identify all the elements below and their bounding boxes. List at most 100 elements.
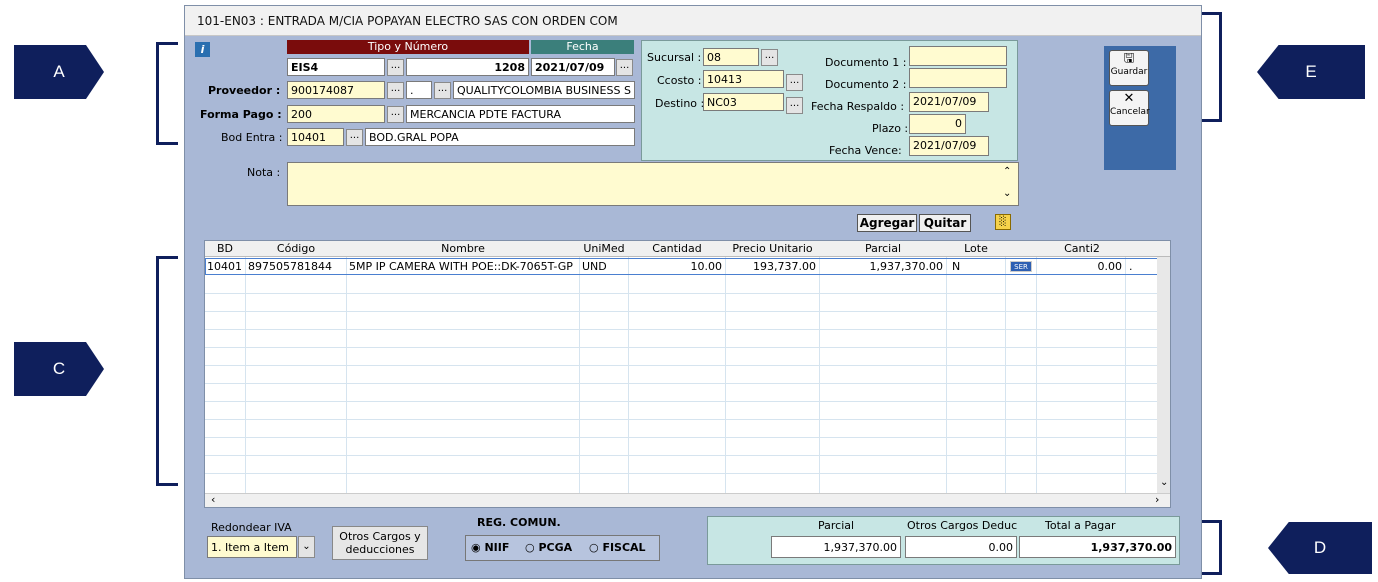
ccosto-label: Ccosto : [657, 74, 702, 87]
proveedor-name-field: QUALITYCOLOMBIA BUSINESS S [453, 81, 635, 99]
save-icon: 🖫 [1123, 51, 1135, 66]
fecha-vence-label: Fecha Vence: [829, 144, 902, 157]
proveedor-lookup-button[interactable]: ... [387, 82, 404, 99]
total-pagar-field: 1,937,370.00 [1019, 536, 1176, 558]
info-icon[interactable]: i [195, 42, 210, 57]
bod-entra-lookup-button[interactable]: ... [346, 129, 363, 146]
fecha-picker-button[interactable]: ... [616, 59, 633, 76]
tipo-numero-header: Tipo y Número [287, 40, 529, 54]
tipo-lookup-button[interactable]: ... [387, 59, 404, 76]
grid-hline [205, 329, 1157, 330]
reg-comun-label: REG. COMUN. [477, 516, 561, 529]
cell-lote[interactable]: N [952, 260, 960, 273]
horizontal-scrollbar[interactable] [205, 493, 1170, 507]
plazo-field[interactable]: 0 [909, 114, 966, 134]
ccosto-field[interactable]: 10413 [703, 70, 784, 88]
window-title: 101-EN03 : ENTRADA M/CIA POPAYAN ELECTRO… [197, 14, 618, 28]
proveedor-code-field[interactable]: 900174087 [287, 81, 385, 99]
tipo-field[interactable]: EIS4 [287, 58, 385, 76]
save-button-label: Guardar [1110, 67, 1148, 77]
parcial-total-label: Parcial [818, 519, 855, 532]
doc2-label: Documento 2 : [825, 78, 907, 91]
brace-d [1202, 520, 1222, 575]
cell-bd[interactable]: 10401 [207, 260, 242, 273]
sucursal-field[interactable]: 08 [703, 48, 759, 66]
radio-niif[interactable]: ◉ NIIF [471, 541, 509, 554]
forma-pago-code-field[interactable]: 200 [287, 105, 385, 123]
nota-label: Nota : [247, 166, 281, 179]
barcode-icon[interactable]: ░ [995, 214, 1011, 230]
doc1-label: Documento 1 : [825, 56, 907, 69]
fecha-respaldo-field[interactable]: 2021/07/09 [909, 92, 989, 112]
col-unimed[interactable]: UniMed [580, 242, 628, 255]
proveedor-suffix-field[interactable]: . [406, 81, 432, 99]
fecha-vence-field[interactable]: 2021/07/09 [909, 136, 989, 156]
grid-hline [205, 473, 1157, 474]
grid-hline [205, 437, 1157, 438]
app-window: 101-EN03 : ENTRADA M/CIA POPAYAN ELECTRO… [184, 5, 1202, 579]
cell-nombre[interactable]: 5MP IP CAMERA WITH POE::DK-7065T-GP [349, 260, 579, 273]
proveedor-suffix-lookup-button[interactable]: ... [434, 82, 451, 99]
destino-field[interactable]: NC03 [703, 93, 784, 111]
bod-entra-code-field[interactable]: 10401 [287, 128, 344, 146]
radio-pcga[interactable]: ○ PCGA [525, 541, 572, 554]
col-bd[interactable]: BD [205, 242, 245, 255]
radio-fiscal[interactable]: ○ FISCAL [589, 541, 646, 554]
scroll-left-icon[interactable]: ‹ [211, 493, 215, 506]
scroll-right-icon[interactable]: › [1155, 493, 1159, 506]
cell-codigo[interactable]: 897505781844 [248, 260, 332, 273]
table-row[interactable]: 10401 897505781844 5MP IP CAMERA WITH PO… [205, 258, 1169, 275]
save-button[interactable]: 🖫 Guardar [1109, 50, 1149, 86]
cell-unimed[interactable]: UND [582, 260, 607, 273]
callout-a: A [14, 45, 104, 99]
doc2-field[interactable] [909, 68, 1007, 88]
nota-textarea[interactable] [287, 162, 1019, 206]
cell-extra[interactable]: . [1129, 260, 1133, 273]
serial-button[interactable]: SER [1010, 261, 1032, 272]
col-cantidad[interactable]: Cantidad [629, 242, 725, 255]
cell-precio[interactable]: 193,737.00 [727, 260, 816, 273]
bod-entra-label: Bod Entra : [221, 131, 283, 144]
cancel-button[interactable]: ✕ Cancelar [1109, 90, 1150, 126]
brace-a [156, 42, 178, 145]
vertical-scrollbar[interactable] [1157, 257, 1170, 493]
doc1-field[interactable] [909, 46, 1007, 66]
nota-scroll-up-icon[interactable]: ⌃ [1003, 166, 1011, 177]
sucursal-lookup-button[interactable]: ... [761, 49, 778, 66]
col-canti2[interactable]: Canti2 [1037, 242, 1127, 255]
grid-hline [205, 401, 1157, 402]
scroll-down-icon[interactable]: ⌄ [1160, 477, 1168, 488]
cell-cantidad[interactable]: 10.00 [630, 260, 723, 273]
grid-hline [205, 419, 1157, 420]
total-pagar-label: Total a Pagar [1045, 519, 1116, 532]
cell-canti2[interactable]: 0.00 [1038, 260, 1123, 273]
col-precio[interactable]: Precio Unitario [726, 242, 819, 255]
otros-cargos-field: 0.00 [905, 536, 1017, 558]
col-lote[interactable]: Lote [947, 242, 1005, 255]
redondear-dropdown-icon[interactable]: ⌄ [298, 536, 315, 558]
redondear-select[interactable]: 1. Item a Item [207, 536, 297, 558]
callout-e: E [1257, 45, 1365, 99]
fecha-field[interactable]: 2021/07/09 [531, 58, 615, 76]
col-nombre[interactable]: Nombre [347, 242, 579, 255]
nota-scroll-down-icon[interactable]: ⌄ [1003, 188, 1011, 199]
callout-d: D [1268, 522, 1372, 574]
otros-cargos-button[interactable]: Otros Cargos y deducciones [332, 526, 428, 560]
add-row-button[interactable]: Agregar [857, 214, 917, 232]
col-codigo[interactable]: Código [246, 242, 346, 255]
radio-fiscal-label: FISCAL [602, 541, 646, 554]
forma-pago-lookup-button[interactable]: ... [387, 106, 404, 123]
destino-lookup-button[interactable]: ... [786, 97, 803, 114]
forma-pago-label: Forma Pago : [200, 108, 282, 121]
plazo-label: Plazo : [872, 122, 909, 135]
otros-cargos-label: Otros Cargos Deduc [907, 519, 1018, 532]
remove-row-button[interactable]: Quitar [919, 214, 971, 232]
table-header: BD Código Nombre UniMed Cantidad Precio … [205, 241, 1170, 257]
grid-hline [205, 383, 1157, 384]
ccosto-lookup-button[interactable]: ... [786, 74, 803, 91]
col-parcial[interactable]: Parcial [820, 242, 946, 255]
cell-parcial[interactable]: 1,937,370.00 [821, 260, 943, 273]
radio-pcga-label: PCGA [538, 541, 573, 554]
cancel-icon: ✕ [1123, 91, 1135, 106]
numero-field[interactable]: 1208 [406, 58, 529, 76]
